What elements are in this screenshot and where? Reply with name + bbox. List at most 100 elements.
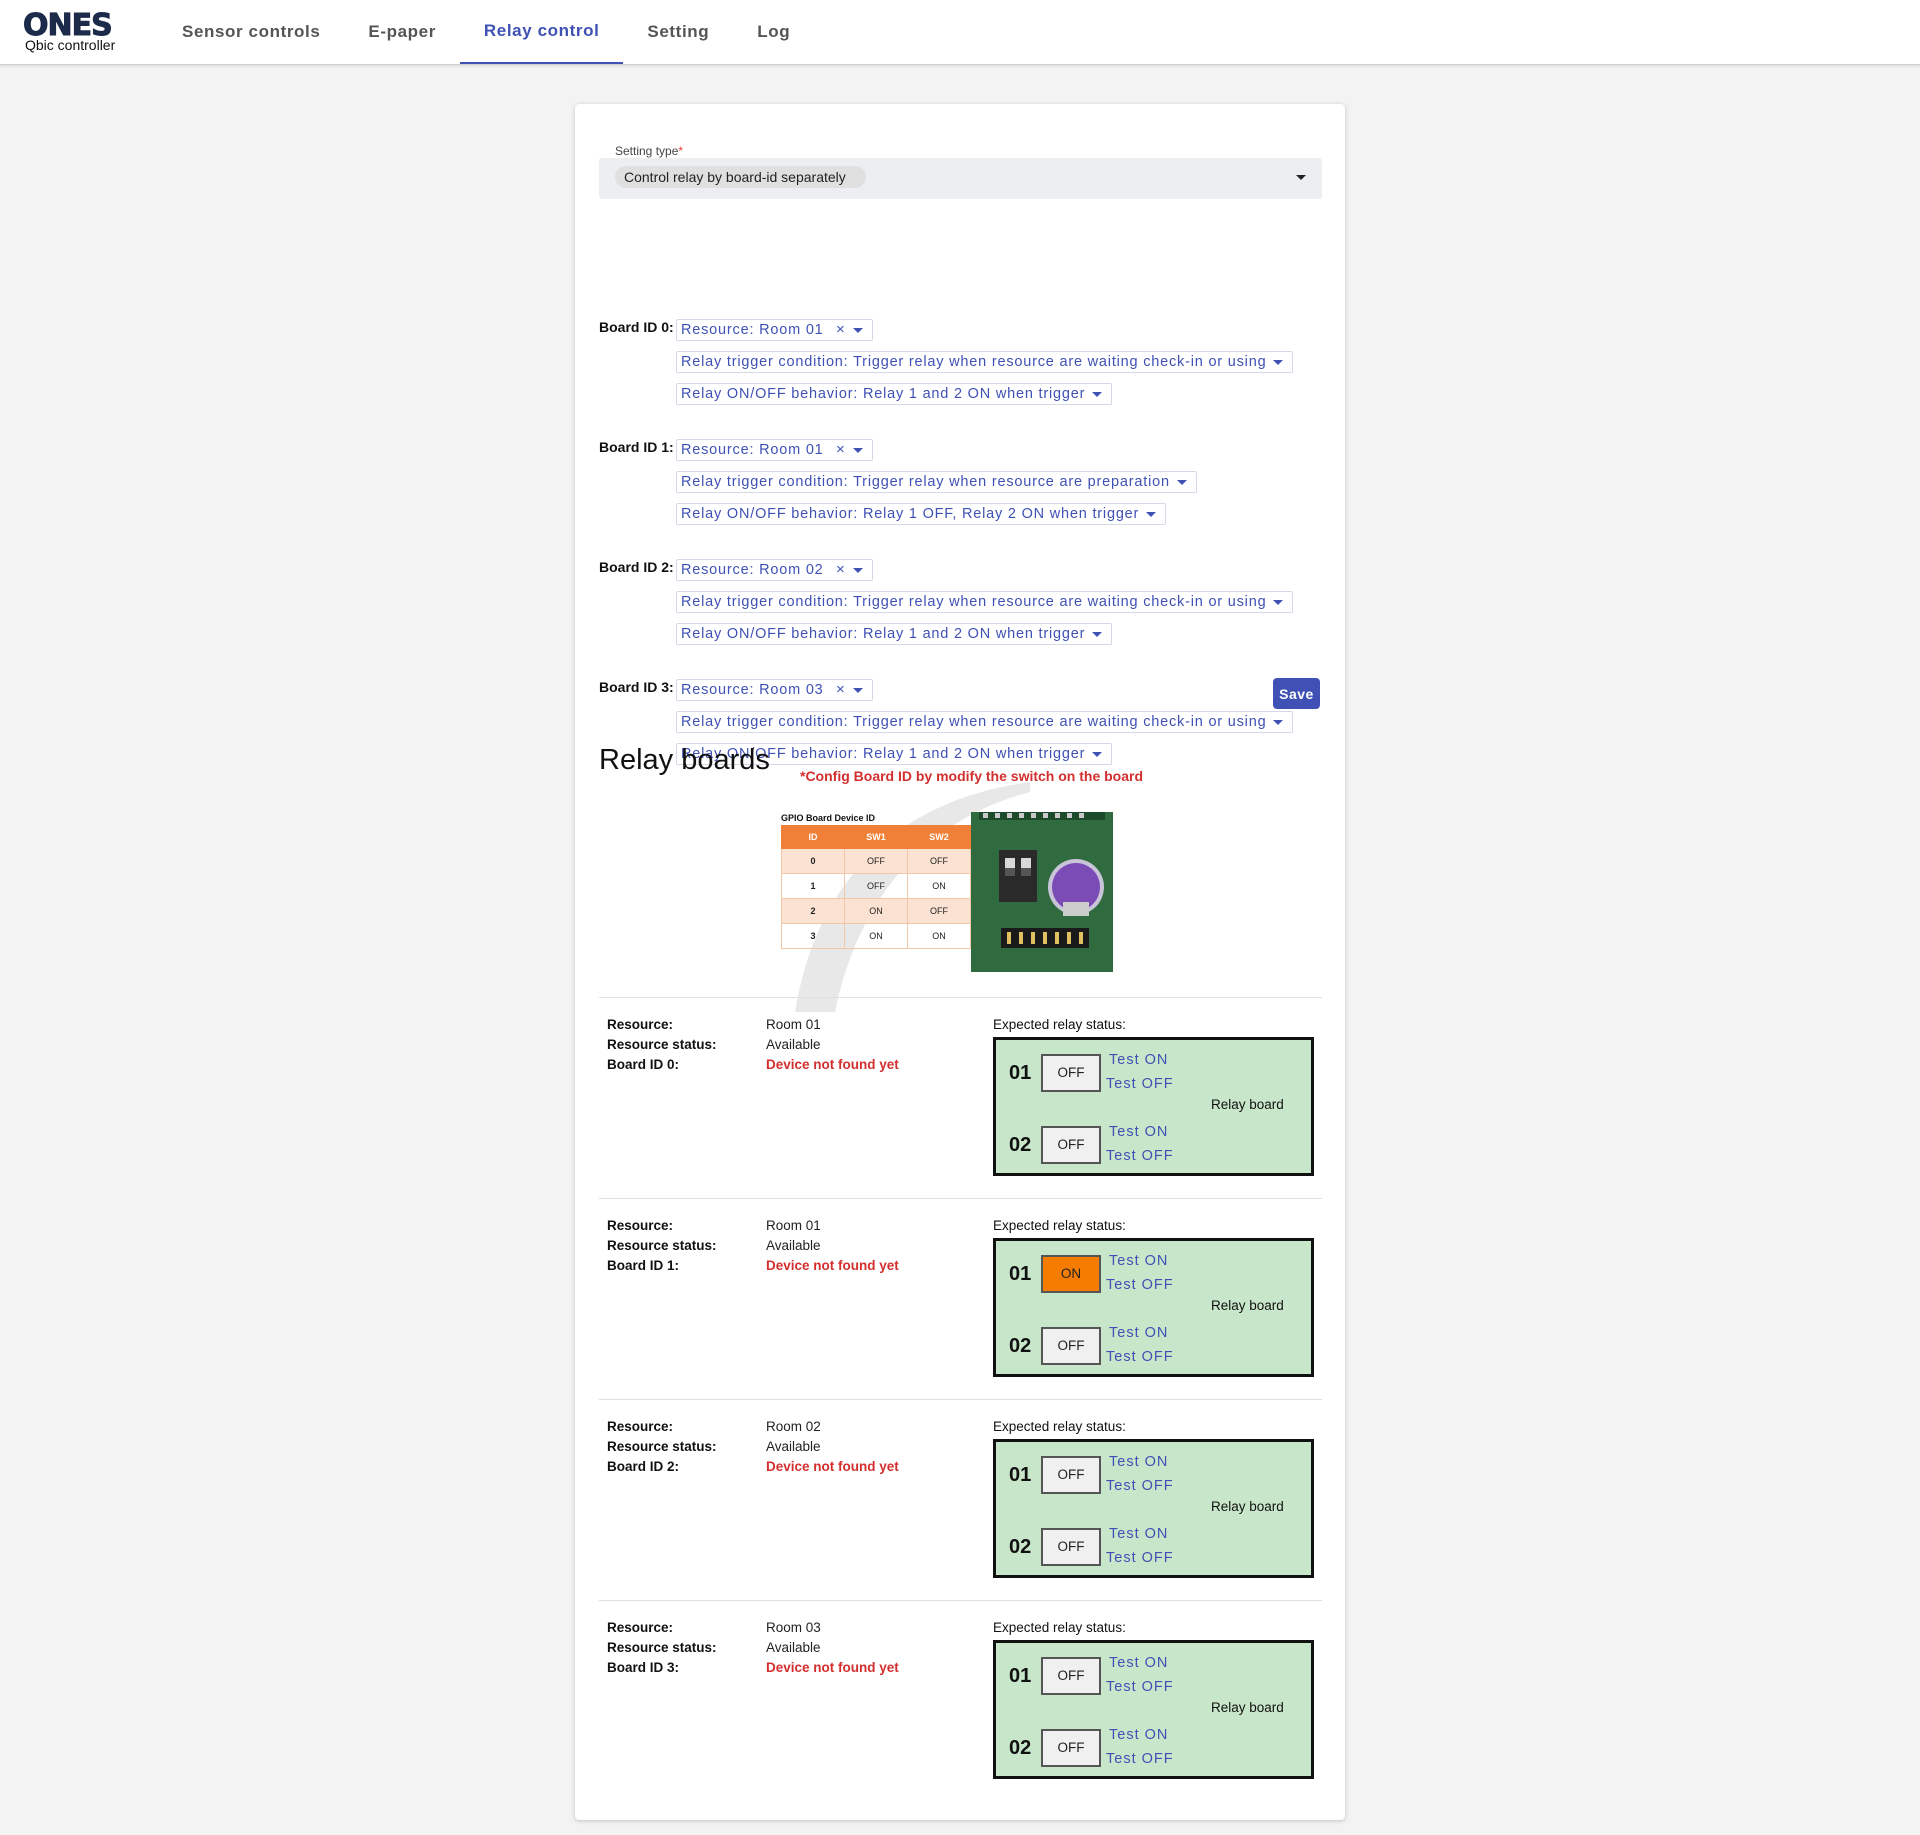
relay-behavior-select[interactable]: Relay ON/OFF behavior: Relay 1 and 2 ON …	[676, 383, 1113, 405]
relay-number: 01	[1009, 1665, 1032, 1687]
test-on-link[interactable]: Test ON	[1109, 1124, 1168, 1140]
relay-state-button[interactable]: OFF	[1041, 1327, 1101, 1365]
gpio-cell: ON	[844, 898, 908, 924]
test-on-link[interactable]: Test ON	[1109, 1253, 1168, 1269]
trigger-condition-select[interactable]: Relay trigger condition: Trigger relay w…	[676, 591, 1294, 613]
test-off-link[interactable]: Test OFF	[1106, 1478, 1174, 1494]
relay-board-panel: 01 OFF Test ON Test OFF 02 OFF Test ON T…	[993, 1439, 1314, 1578]
dropdown-arrow-icon	[1092, 752, 1103, 757]
divider	[599, 997, 1322, 998]
test-on-link[interactable]: Test ON	[1109, 1727, 1168, 1743]
tab-setting[interactable]: Setting	[623, 0, 733, 64]
divider	[599, 1600, 1322, 1601]
clear-icon[interactable]: ×	[836, 680, 846, 700]
table-row: 0 OFF OFF	[781, 848, 971, 874]
test-on-link[interactable]: Test ON	[1109, 1526, 1168, 1542]
tab-log[interactable]: Log	[733, 0, 814, 64]
clear-icon[interactable]: ×	[836, 440, 846, 460]
setting-type-chip: Control relay by board-id separately	[615, 166, 866, 188]
gpio-cell: ON	[907, 923, 971, 949]
table-row: 2 ON OFF	[781, 898, 971, 924]
test-on-link[interactable]: Test ON	[1109, 1052, 1168, 1068]
dropdown-arrow-icon	[1273, 360, 1284, 365]
relay-behavior-select[interactable]: Relay ON/OFF behavior: Relay 1 and 2 ON …	[676, 623, 1113, 645]
ones-logo[interactable]: ONES Qbic controller	[23, 8, 123, 55]
trigger-condition-value: Relay trigger condition: Trigger relay w…	[681, 714, 1267, 730]
test-off-link[interactable]: Test OFF	[1106, 1751, 1174, 1767]
gpio-cell: OFF	[844, 873, 908, 899]
trigger-condition-select[interactable]: Relay trigger condition: Trigger relay w…	[676, 351, 1294, 373]
test-off-link[interactable]: Test OFF	[1106, 1679, 1174, 1695]
resource-status-value: Available	[766, 1037, 821, 1052]
relay-state-button[interactable]: ON	[1041, 1255, 1101, 1293]
device-status-value: Device not found yet	[766, 1057, 899, 1072]
trigger-condition-value: Relay trigger condition: Trigger relay w…	[681, 474, 1170, 490]
resource-select[interactable]: Resource: Room 03 ×	[676, 679, 873, 701]
dropdown-arrow-icon	[852, 328, 863, 333]
gpio-cell: 3	[781, 923, 845, 949]
resource-status-label: Resource status:	[607, 1037, 717, 1052]
trigger-condition-value: Relay trigger condition: Trigger relay w…	[681, 594, 1267, 610]
save-button[interactable]: Save	[1273, 678, 1320, 709]
clear-icon[interactable]: ×	[836, 560, 846, 580]
relay-state-button[interactable]: OFF	[1041, 1126, 1101, 1164]
gpio-cell: OFF	[844, 848, 908, 874]
test-off-link[interactable]: Test OFF	[1106, 1148, 1174, 1164]
tab-sensor-controls[interactable]: Sensor controls	[158, 0, 344, 64]
gpio-header-sw2: SW2	[907, 825, 971, 849]
trigger-condition-value: Relay trigger condition: Trigger relay w…	[681, 354, 1267, 370]
clear-icon[interactable]: ×	[836, 320, 846, 340]
device-status-value: Device not found yet	[766, 1459, 899, 1474]
main-nav-tabs: Sensor controls E-paper Relay control Se…	[158, 0, 814, 64]
logo-subtitle: Qbic controller	[25, 37, 116, 53]
test-off-link[interactable]: Test OFF	[1106, 1277, 1174, 1293]
resource-select[interactable]: Resource: Room 02 ×	[676, 559, 873, 581]
relay-number: 02	[1009, 1134, 1032, 1156]
trigger-condition-select[interactable]: Relay trigger condition: Trigger relay w…	[676, 471, 1197, 493]
test-off-link[interactable]: Test OFF	[1106, 1349, 1174, 1365]
test-on-link[interactable]: Test ON	[1109, 1655, 1168, 1671]
test-on-link[interactable]: Test ON	[1109, 1454, 1168, 1470]
relay-state-button[interactable]: OFF	[1041, 1657, 1101, 1695]
resource-label: Resource:	[607, 1218, 674, 1233]
trigger-condition-select[interactable]: Relay trigger condition: Trigger relay w…	[676, 711, 1294, 733]
relay-state-button[interactable]: OFF	[1041, 1528, 1101, 1566]
relay-behavior-value: Relay ON/OFF behavior: Relay 1 and 2 ON …	[681, 626, 1086, 642]
relay-state-button[interactable]: OFF	[1041, 1729, 1101, 1767]
board-id-label: Board ID 1:	[607, 1258, 680, 1273]
table-row: 1 OFF ON	[781, 873, 971, 899]
tab-relay-control[interactable]: Relay control	[459, 0, 624, 64]
dropdown-arrow-icon	[1296, 175, 1306, 180]
relay-state-button[interactable]: OFF	[1041, 1054, 1101, 1092]
test-off-link[interactable]: Test OFF	[1106, 1076, 1174, 1092]
relay-state-button[interactable]: OFF	[1041, 1456, 1101, 1494]
tab-e-paper[interactable]: E-paper	[344, 0, 460, 64]
board-id-label: Board ID 3:	[607, 1660, 680, 1675]
resource-select[interactable]: Resource: Room 01 ×	[676, 439, 873, 461]
relay-behavior-value: Relay ON/OFF behavior: Relay 1 OFF, Rela…	[681, 506, 1140, 522]
dropdown-arrow-icon	[852, 688, 863, 693]
relay-board-tag: Relay board	[1211, 1298, 1284, 1313]
gpio-cell: ON	[907, 873, 971, 899]
relay-behavior-value: Relay ON/OFF behavior: Relay 1 and 2 ON …	[681, 386, 1086, 402]
setting-type-select[interactable]: Control relay by board-id separately	[599, 158, 1322, 199]
test-off-link[interactable]: Test OFF	[1106, 1550, 1174, 1566]
gpio-device-id-table: ID SW1 SW2 0 OFF OFF 1 OFF ON 2 ON OFF 3…	[781, 825, 971, 949]
resource-label: Resource:	[607, 1620, 674, 1635]
resource-status-label: Resource status:	[607, 1238, 717, 1253]
resource-label: Resource:	[607, 1419, 674, 1434]
resource-select[interactable]: Resource: Room 01 ×	[676, 319, 873, 341]
device-status-value: Device not found yet	[766, 1258, 899, 1273]
board-id-label: Board ID 1:	[599, 439, 674, 455]
test-on-link[interactable]: Test ON	[1109, 1325, 1168, 1341]
device-status-value: Device not found yet	[766, 1660, 899, 1675]
relay-board-tag: Relay board	[1211, 1499, 1284, 1514]
gpio-table-title: GPIO Board Device ID	[781, 813, 876, 823]
resource-select-value: Resource: Room 01	[681, 322, 824, 338]
relay-behavior-select[interactable]: Relay ON/OFF behavior: Relay 1 OFF, Rela…	[676, 503, 1167, 525]
dropdown-arrow-icon	[852, 568, 863, 573]
expected-relay-status-label: Expected relay status:	[993, 1017, 1126, 1032]
gpio-header-id: ID	[781, 825, 845, 849]
resource-value: Room 03	[766, 1620, 821, 1635]
resource-select-value: Resource: Room 02	[681, 562, 824, 578]
